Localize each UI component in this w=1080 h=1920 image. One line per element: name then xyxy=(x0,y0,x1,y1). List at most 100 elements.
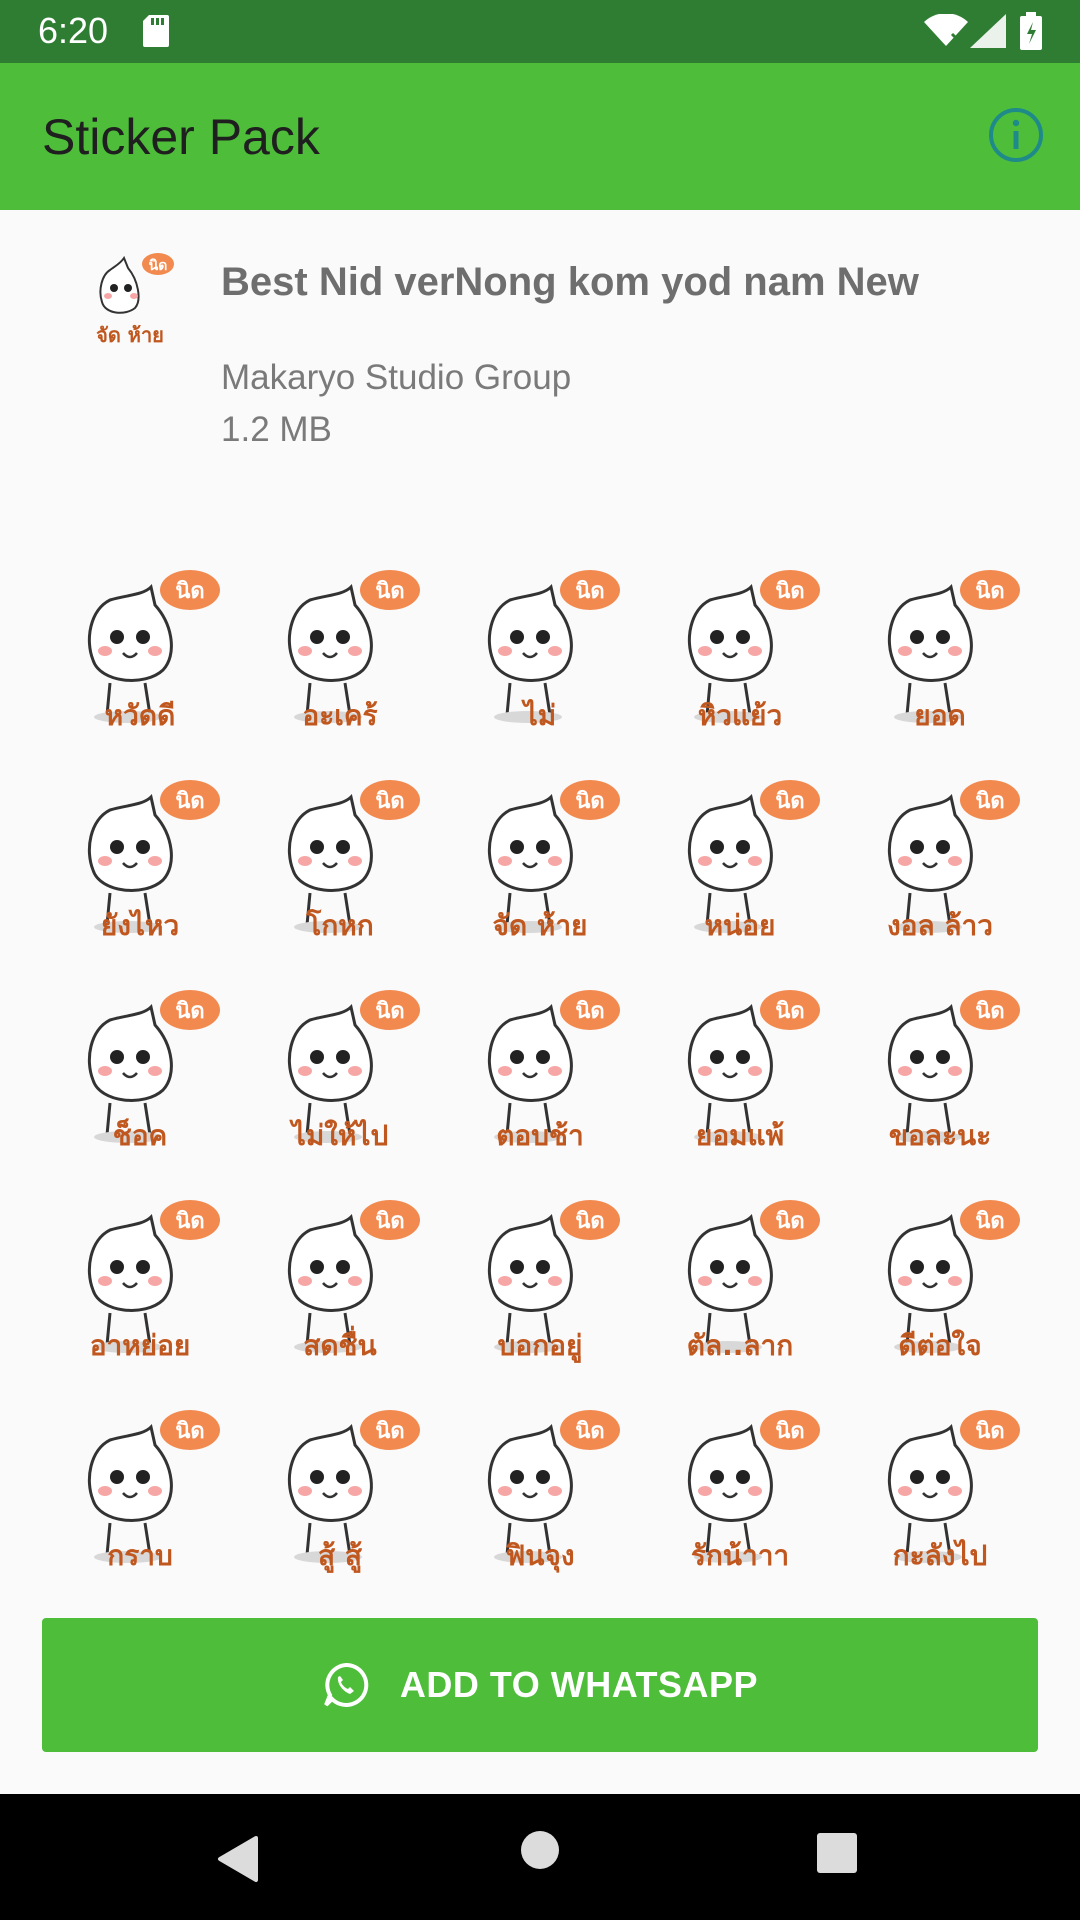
sticker-item[interactable]: นิด โกหก xyxy=(240,755,440,965)
sticker-item[interactable]: นิด กราบ xyxy=(40,1385,240,1595)
sticker-badge-text: นิด xyxy=(775,1209,804,1234)
sticker-item[interactable]: นิด หิวแย้ว xyxy=(640,545,840,755)
sticker-image: นิดยอด xyxy=(887,570,1020,732)
sticker-image: นิดดีต่อใจ xyxy=(887,1200,1020,1362)
sticker-image: นิดรักน้าาา xyxy=(687,1410,820,1572)
sticker-badge-text: นิด xyxy=(175,999,204,1024)
sticker-badge-text: นิด xyxy=(775,579,804,604)
sticker-caption: อะเคร้ xyxy=(302,699,377,732)
add-to-whatsapp-button[interactable]: ADD TO WHATSAPP xyxy=(42,1618,1038,1752)
sticker-caption: กราบ xyxy=(107,1539,173,1572)
app-title: Sticker Pack xyxy=(42,109,320,165)
sticker-badge-text: นิด xyxy=(975,789,1004,814)
app-bar: Sticker Pack xyxy=(0,63,1080,210)
sticker-item[interactable]: นิดยอด xyxy=(840,545,1040,755)
sticker-image: นิดขอละนะ xyxy=(887,990,1020,1152)
sticker-image: นิดหวัดดี xyxy=(87,570,220,732)
sticker-caption: งอล ล้าว xyxy=(887,909,993,942)
sticker-item[interactable]: นิดอะเคร้ xyxy=(240,545,440,755)
sticker-badge-text: นิด xyxy=(375,999,404,1024)
sticker-caption: ดีต่อใจ xyxy=(898,1329,981,1362)
sticker-caption: ไม่ xyxy=(521,699,557,732)
sticker-badge-text: นิด xyxy=(175,789,204,814)
sticker-caption: ตัล..ลาก xyxy=(687,1329,793,1362)
sticker-badge-text: นิด xyxy=(775,999,804,1024)
info-icon[interactable] xyxy=(988,107,1044,163)
sticker-item[interactable]: นิด ไม่ xyxy=(440,545,640,755)
sticker-item[interactable]: นิด หน่อย xyxy=(640,755,840,965)
sticker-badge-text: นิด xyxy=(375,1209,404,1234)
sticker-item[interactable]: นิดดีต่อใจ xyxy=(840,1175,1040,1385)
sticker-item[interactable]: นิดงอล ล้าว xyxy=(840,755,1040,965)
sticker-badge-text: นิด xyxy=(175,1209,204,1234)
sticker-badge-text: นิด xyxy=(575,789,604,814)
sticker-image: นิดฟินจุง xyxy=(487,1410,620,1573)
sticker-image: นิดตัล..ลาก xyxy=(687,1200,820,1362)
pack-header: นิด จัด ห้าย Best Nid verNong kom yod na… xyxy=(0,210,1080,510)
sticker-badge-text: นิด xyxy=(175,579,204,604)
sticker-image: นิดยังไหว xyxy=(87,780,220,942)
tray-caption: จัด ห้าย xyxy=(96,323,164,347)
sticker-caption: สู้ สู้ xyxy=(318,1539,363,1573)
add-button-label: ADD TO WHATSAPP xyxy=(399,1664,759,1705)
sticker-image: นิดงอล ล้าว xyxy=(887,780,1020,942)
sticker-item[interactable]: นิด บอกอยู่ xyxy=(440,1175,640,1385)
sticker-caption: หน่อย xyxy=(705,909,776,942)
sticker-image: นิดหน่อย xyxy=(687,780,820,942)
sticker-item[interactable]: นิด หวัดดี xyxy=(40,545,240,755)
sticker-item[interactable]: นิดยอมแพ้ xyxy=(640,965,840,1175)
sticker-caption: อาหย่อย xyxy=(90,1329,191,1362)
pack-name: Best Nid verNong kom yod nam New xyxy=(221,260,919,304)
sticker-image: นิดสู้ สู้ xyxy=(287,1410,420,1573)
sticker-item[interactable]: นิดตัล..ลาก xyxy=(640,1175,840,1385)
signal-icon xyxy=(970,14,1006,48)
sticker-item[interactable]: นิด จัด ห้าย xyxy=(440,755,640,965)
sticker-caption: ไม่ให้ไป xyxy=(289,1119,389,1152)
sticker-badge-text: นิด xyxy=(975,1209,1004,1234)
sticker-badge-text: นิด xyxy=(575,999,604,1024)
sticker-image: นิดยอมแพ้ xyxy=(687,990,820,1152)
sticker-item[interactable]: นิด ตอบช้า xyxy=(440,965,640,1175)
sticker-badge-text: นิด xyxy=(375,579,404,604)
sticker-image: นิดไม่ให้ไป xyxy=(287,990,420,1152)
status-time: 6:20 xyxy=(38,10,109,51)
sticker-caption: ยอมแพ้ xyxy=(696,1119,784,1152)
sticker-image: นิดจัด ห้าย xyxy=(487,780,620,942)
sticker-caption: ยังไหว xyxy=(101,909,179,942)
sticker-badge-text: นิด xyxy=(575,1419,604,1444)
wifi-icon xyxy=(924,14,968,46)
sticker-item[interactable]: นิดยังไหว xyxy=(40,755,240,965)
sticker-badge-text: นิด xyxy=(975,999,1004,1024)
sticker-item[interactable]: นิด ฟินจุง xyxy=(440,1385,640,1595)
sticker-caption: ยอด xyxy=(914,699,965,732)
sticker-item[interactable]: นิดไม่ให้ไป xyxy=(240,965,440,1175)
sticker-image: นิดโกหก xyxy=(287,780,420,942)
sticker-caption: ขอละนะ xyxy=(889,1119,991,1152)
publisher: Makaryo Studio Group xyxy=(221,358,572,397)
sticker-image: นิดกราบ xyxy=(87,1410,220,1572)
sticker-grid: นิด หวัดดี นิด อะเคร้ นิด ไม่ นิด หิวแย้ว นิด ยอด… xyxy=(40,545,1040,1585)
sticker-item[interactable]: นิดสู้ สู้ xyxy=(240,1385,440,1595)
sticker-item[interactable]: นิด รักน้าาา xyxy=(640,1385,840,1595)
sticker-badge-text: นิด xyxy=(975,579,1004,604)
whatsapp-icon xyxy=(324,1662,369,1707)
sticker-badge-text: นิด xyxy=(375,1419,404,1444)
sticker-item[interactable]: นิดอาหย่อย xyxy=(40,1175,240,1385)
back-icon[interactable] xyxy=(214,1834,260,1884)
sticker-image: นิดอาหย่อย xyxy=(87,1200,220,1362)
status-bar: 6:20 xyxy=(0,0,1080,63)
home-icon[interactable] xyxy=(520,1830,560,1870)
sticker-image: นิดกะลังไป xyxy=(887,1410,1020,1572)
recents-icon[interactable] xyxy=(816,1832,858,1874)
sticker-image: นิดไม่ xyxy=(487,570,620,732)
sticker-image: นิดบอกอยู่ xyxy=(487,1200,620,1363)
sticker-caption: กะลังไป xyxy=(893,1539,988,1572)
sticker-item[interactable]: นิดขอละนะ xyxy=(840,965,1040,1175)
sticker-item[interactable]: นิด ช็อค xyxy=(40,965,240,1175)
sd-card-icon xyxy=(143,15,169,47)
sticker-badge-text: นิด xyxy=(975,1419,1004,1444)
sticker-caption: บอกอยู่ xyxy=(498,1329,583,1363)
sticker-item[interactable]: นิด สดชื่น xyxy=(240,1175,440,1385)
navigation-bar xyxy=(0,1794,1080,1920)
sticker-item[interactable]: นิดกะลังไป xyxy=(840,1385,1040,1595)
